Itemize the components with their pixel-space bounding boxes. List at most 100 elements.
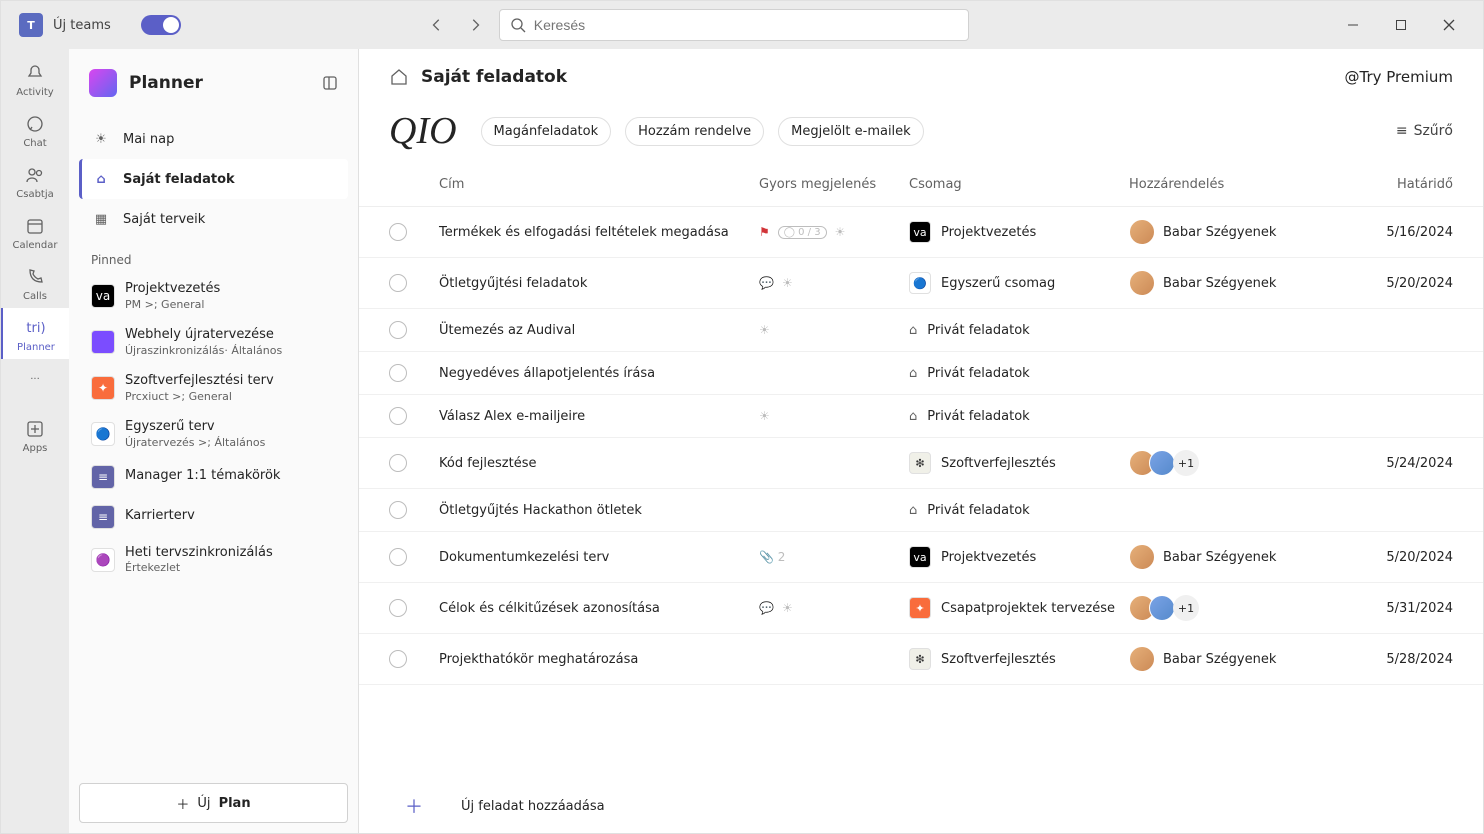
task-due: 5/16/2024 <box>1379 225 1453 240</box>
complete-checkbox[interactable] <box>389 650 407 668</box>
task-row[interactable]: Termékek és elfogadási feltételek megadá… <box>359 207 1483 258</box>
task-package[interactable]: ⌂Privát feladatok <box>909 503 1129 518</box>
pinned-item[interactable]: ✦ Szoftverfejlesztési tervPrcxiuct >; Ge… <box>79 365 348 411</box>
task-row[interactable]: Negyedéves állapotjelentés írása ⌂Privát… <box>359 352 1483 395</box>
package-icon: ❇ <box>909 452 931 474</box>
app-mode-label: Új teams <box>53 18 111 33</box>
task-row[interactable]: Projekthatókör meghatározása ❇Szoftverfe… <box>359 634 1483 685</box>
task-title: Negyedéves állapotjelentés írása <box>439 366 759 381</box>
complete-checkbox[interactable] <box>389 501 407 519</box>
rail-calendar[interactable]: Calendar <box>1 206 69 257</box>
rail-activity[interactable]: Activity <box>1 53 69 104</box>
task-package[interactable]: vaProjektvezetés <box>909 546 1129 568</box>
complete-checkbox[interactable] <box>389 321 407 339</box>
task-row[interactable]: Kód fejlesztése ❇Szoftverfejlesztés +1 5… <box>359 438 1483 489</box>
search-box[interactable] <box>499 9 969 41</box>
col-assign[interactable]: Hozzárendelés <box>1129 171 1379 198</box>
popout-icon[interactable] <box>322 75 338 91</box>
plan-icon: 🟣 <box>91 548 115 572</box>
nav-my-plans[interactable]: ▦Saját terveik <box>79 199 348 239</box>
try-premium-link[interactable]: @Try Premium <box>1344 68 1453 86</box>
search-input[interactable] <box>534 17 958 33</box>
rail-chat[interactable]: Chat <box>1 104 69 155</box>
task-package[interactable]: ⌂Privát feladatok <box>909 366 1129 381</box>
avatar <box>1129 646 1155 672</box>
new-teams-toggle[interactable] <box>141 15 181 35</box>
task-package[interactable]: vaProjektvezetés <box>909 221 1129 243</box>
task-assignees[interactable]: Babar Szégyenek <box>1129 270 1379 296</box>
col-due[interactable]: Határidő <box>1379 171 1453 198</box>
page-title: Saját feladatok <box>421 67 567 87</box>
add-task-row[interactable]: ＋ Új feladat hozzáadása <box>359 779 1483 833</box>
pinned-item[interactable]: Webhely újratervezéseÚjraszinkronizálás·… <box>79 319 348 365</box>
task-due: 5/31/2024 <box>1379 601 1453 616</box>
task-title: Válasz Alex e-mailjeire <box>439 409 759 424</box>
rail-more[interactable]: ··· <box>1 359 69 397</box>
complete-checkbox[interactable] <box>389 274 407 292</box>
task-assignees[interactable]: Babar Szégyenek <box>1129 544 1379 570</box>
complete-checkbox[interactable] <box>389 454 407 472</box>
pinned-item[interactable]: va ProjektvezetésPM >; General <box>79 273 348 319</box>
pinned-item[interactable]: 🔵 Egyszerű tervÚjratervezés >; Általános <box>79 411 348 457</box>
avatar <box>1129 270 1155 296</box>
pinned-item[interactable]: 🟣 Heti tervszinkronizálásÉrtekezlet <box>79 537 348 583</box>
task-assignees[interactable]: +1 <box>1129 450 1379 476</box>
rail-planner[interactable]: tri)Planner <box>1 308 69 359</box>
task-due: 5/28/2024 <box>1379 652 1453 667</box>
nav-today[interactable]: ☀Mai nap <box>79 119 348 159</box>
task-assignees[interactable]: Babar Szégyenek <box>1129 219 1379 245</box>
avatar <box>1149 450 1175 476</box>
rail-calls[interactable]: Calls <box>1 257 69 308</box>
close-button[interactable] <box>1427 9 1471 41</box>
plan-title: Webhely újratervezése <box>125 327 282 344</box>
task-assignees[interactable]: +1 <box>1129 595 1379 621</box>
pinned-item[interactable]: ≡ Karrierterv <box>79 497 348 537</box>
task-package[interactable]: 🔵Egyszerű csomag <box>909 272 1129 294</box>
tab-assigned[interactable]: Hozzám rendelve <box>625 117 764 146</box>
tab-flagged[interactable]: Megjelölt e-mailek <box>778 117 924 146</box>
complete-checkbox[interactable] <box>389 548 407 566</box>
task-title: Dokumentumkezelési terv <box>439 550 759 565</box>
task-package[interactable]: ✦Csapatprojektek tervezése <box>909 597 1129 619</box>
task-row[interactable]: Dokumentumkezelési terv 📎 2 vaProjektvez… <box>359 532 1483 583</box>
complete-checkbox[interactable] <box>389 599 407 617</box>
nav-forward-button[interactable] <box>459 9 491 41</box>
task-row[interactable]: Ütemezés az Audival ☀ ⌂Privát feladatok <box>359 309 1483 352</box>
filter-button[interactable]: ≡Szűrő <box>1396 123 1453 139</box>
nav-my-tasks[interactable]: ⌂Saját feladatok <box>79 159 348 199</box>
col-package[interactable]: Csomag <box>909 171 1129 198</box>
task-row[interactable]: Célok és célkitűzések azonosítása 💬☀ ✦Cs… <box>359 583 1483 634</box>
home-outline-icon: ⌂ <box>909 503 917 518</box>
task-title: Ötletgyűjtési feladatok <box>439 276 759 291</box>
task-row[interactable]: Ötletgyűjtési feladatok 💬☀ 🔵Egyszerű cso… <box>359 258 1483 309</box>
task-assignees[interactable]: Babar Szégyenek <box>1129 646 1379 672</box>
sun-icon: ☀ <box>835 225 846 239</box>
pinned-item[interactable]: ≡ Manager 1:1 témakörök <box>79 457 348 497</box>
complete-checkbox[interactable] <box>389 364 407 382</box>
package-icon: va <box>909 546 931 568</box>
rail-apps[interactable]: Apps <box>1 409 69 460</box>
new-plan-button[interactable]: ＋ Új Plan <box>79 783 348 823</box>
nav-back-button[interactable] <box>421 9 453 41</box>
package-icon: ❇ <box>909 648 931 670</box>
col-quick[interactable]: Gyors megjelenés <box>759 171 909 198</box>
task-package[interactable]: ❇Szoftverfejlesztés <box>909 452 1129 474</box>
rail-teams[interactable]: Csabtja <box>1 155 69 206</box>
sun-icon: ☀ <box>91 129 111 149</box>
planner-text-icon: tri) <box>24 316 48 340</box>
task-row[interactable]: Válasz Alex e-mailjeire ☀ ⌂Privát felada… <box>359 395 1483 438</box>
task-package[interactable]: ⌂Privát feladatok <box>909 409 1129 424</box>
plan-title: Heti tervszinkronizálás <box>125 545 273 562</box>
task-row[interactable]: Ötletgyűjtés Hackathon ötletek ⌂Privát f… <box>359 489 1483 532</box>
maximize-button[interactable] <box>1379 9 1423 41</box>
minimize-button[interactable] <box>1331 9 1375 41</box>
complete-checkbox[interactable] <box>389 223 407 241</box>
task-package[interactable]: ⌂Privát feladatok <box>909 323 1129 338</box>
complete-checkbox[interactable] <box>389 407 407 425</box>
plan-title: Projektvezetés <box>125 281 220 298</box>
task-package[interactable]: ❇Szoftverfejlesztés <box>909 648 1129 670</box>
package-icon: ✦ <box>909 597 931 619</box>
tab-private[interactable]: Magánfeladatok <box>481 117 612 146</box>
col-title[interactable]: Cím <box>439 171 759 198</box>
task-title: Termékek és elfogadási feltételek megadá… <box>439 225 759 240</box>
